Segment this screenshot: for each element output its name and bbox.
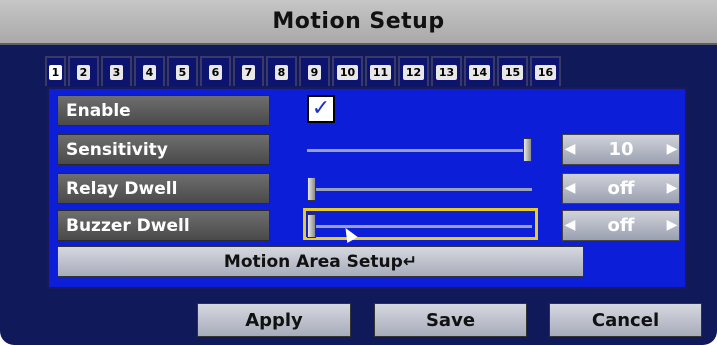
tab-camera-7[interactable]: 7: [233, 56, 264, 86]
window-title: Motion Setup: [272, 9, 445, 34]
relay-dwell-spinner: ◀ off ▶: [562, 173, 680, 204]
settings-panel: Enable ✓ Sensitivity ◀ 10 ▶ Relay Dwell …: [47, 87, 687, 289]
tab-camera-10[interactable]: 10: [332, 56, 363, 86]
title-bar: Motion Setup: [0, 0, 717, 45]
tab-label: 6: [208, 64, 223, 80]
tab-label: 16: [534, 64, 557, 80]
relay-dwell-value: off: [607, 178, 635, 199]
tab-label: 5: [175, 64, 190, 80]
tab-label: 9: [307, 64, 322, 80]
save-button[interactable]: Save: [374, 303, 527, 337]
motion-setup-window: Motion Setup 1 2 3 4 5 6 7 8 9 10 11 12 …: [0, 0, 717, 345]
tab-camera-15[interactable]: 15: [497, 56, 528, 86]
tab-label: 12: [402, 64, 425, 80]
tab-camera-14[interactable]: 14: [464, 56, 495, 86]
sensitivity-slider[interactable]: [307, 138, 532, 162]
apply-button[interactable]: Apply: [197, 303, 351, 337]
tab-camera-2[interactable]: 2: [68, 56, 99, 86]
enable-label: Enable: [57, 95, 270, 126]
slider-track: [307, 225, 532, 228]
tab-label: 2: [76, 64, 91, 80]
tab-camera-16[interactable]: 16: [530, 56, 561, 86]
camera-tabs: 1 2 3 4 5 6 7 8 9 10 11 12 13 14 15 16: [45, 56, 561, 88]
sensitivity-label: Sensitivity: [57, 134, 270, 165]
tab-label: 1: [48, 64, 63, 80]
slider-track: [307, 149, 532, 152]
tab-label: 10: [336, 64, 359, 80]
buzzer-dwell-label: Buzzer Dwell: [57, 210, 270, 241]
slider-thumb[interactable]: [307, 177, 316, 201]
left-arrow-icon[interactable]: ◀: [563, 211, 577, 240]
tab-camera-6[interactable]: 6: [200, 56, 231, 86]
tab-camera-12[interactable]: 12: [398, 56, 429, 86]
relay-dwell-slider[interactable]: [307, 177, 532, 201]
tab-camera-11[interactable]: 11: [365, 56, 396, 86]
tab-label: 13: [435, 64, 458, 80]
buzzer-dwell-value: off: [607, 215, 635, 236]
tab-label: 8: [274, 64, 289, 80]
tab-camera-9[interactable]: 9: [299, 56, 330, 86]
tab-camera-1[interactable]: 1: [45, 56, 66, 86]
right-arrow-icon[interactable]: ▶: [665, 174, 679, 203]
slider-track: [307, 188, 532, 191]
tab-camera-13[interactable]: 13: [431, 56, 462, 86]
right-arrow-icon[interactable]: ▶: [665, 211, 679, 240]
focus-frame: [303, 208, 538, 240]
buzzer-dwell-spinner: ◀ off ▶: [562, 210, 680, 241]
tab-camera-8[interactable]: 8: [266, 56, 297, 86]
slider-thumb[interactable]: [307, 214, 316, 238]
left-arrow-icon[interactable]: ◀: [563, 174, 577, 203]
right-arrow-icon[interactable]: ▶: [665, 135, 679, 164]
tab-label: 14: [468, 64, 491, 80]
relay-dwell-label: Relay Dwell: [57, 173, 270, 204]
left-arrow-icon[interactable]: ◀: [563, 135, 577, 164]
sensitivity-value: 10: [608, 139, 634, 160]
tab-camera-3[interactable]: 3: [101, 56, 132, 86]
tab-camera-5[interactable]: 5: [167, 56, 198, 86]
tab-label: 3: [109, 64, 124, 80]
cancel-button[interactable]: Cancel: [549, 303, 702, 337]
sensitivity-spinner: ◀ 10 ▶: [562, 134, 680, 165]
tab-label: 15: [501, 64, 524, 80]
tab-label: 7: [241, 64, 256, 80]
tab-label: 4: [142, 64, 157, 80]
slider-thumb[interactable]: [523, 138, 532, 162]
enable-checkbox[interactable]: ✓: [307, 95, 335, 123]
motion-area-setup-button[interactable]: Motion Area Setup↵: [57, 246, 584, 277]
tab-label: 11: [369, 64, 392, 80]
tab-camera-4[interactable]: 4: [134, 56, 165, 86]
